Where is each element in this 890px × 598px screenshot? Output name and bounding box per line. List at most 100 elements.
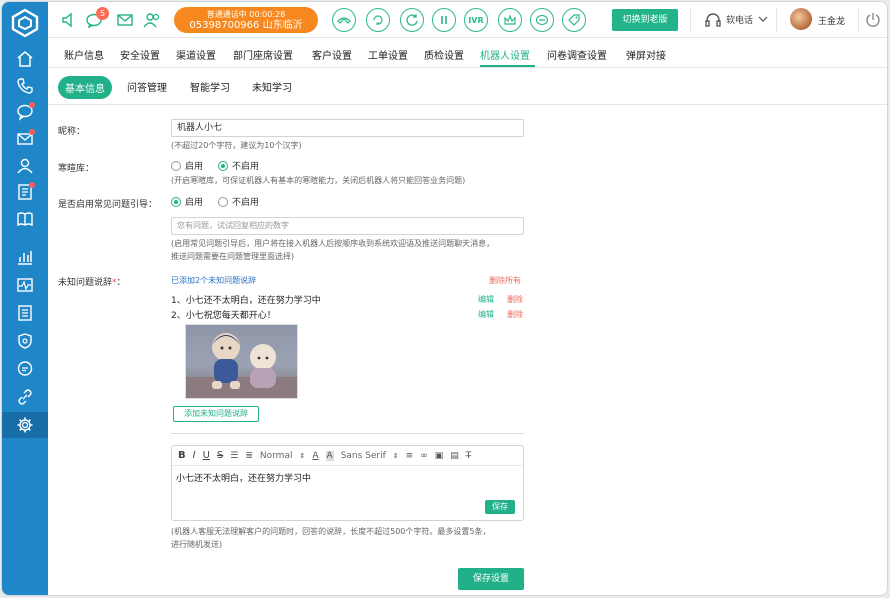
softphone-label[interactable]: 软电话 [726,13,753,26]
notes-icon[interactable] [2,300,48,326]
tag-button[interactable] [562,8,586,32]
bullet-list-icon[interactable]: ≣ [245,451,253,461]
radio-circle [218,196,228,207]
monitor-icon[interactable] [2,272,48,298]
reply-image-dolls[interactable] [185,324,298,399]
app-logo-icon [11,8,39,38]
underline-icon[interactable]: U [203,450,210,461]
mail-icon[interactable] [116,11,134,29]
strikethrough-icon[interactable]: S [217,450,223,461]
editor-hint-2: 进行随机发送) [171,540,223,549]
reply-item-2: 2、小七祝您每天都开心！ [171,311,276,321]
delete-reply-2-link[interactable]: 删除 [507,309,523,320]
divider [776,8,777,32]
radio-label: 不启用 [232,162,260,172]
link-icon[interactable] [2,384,48,410]
faq-guide-disable-radio[interactable]: 不启用 [218,195,259,208]
editor-hint-1: (机器人客服无法理解客户的问题时，回答的说辞，长度不超过500个字符。最多设置5… [171,527,491,536]
radio-circle-selected [171,196,181,207]
phone-icon[interactable] [2,73,48,99]
chat-bubble-button[interactable] [530,8,554,32]
chat-icon[interactable] [2,99,48,125]
shield-icon[interactable] [2,328,48,354]
tab-survey-settings[interactable]: 问卷调查设置 [547,47,607,62]
editor-toolbar: B I U S ☰ ≣ Normal ⇕ A A Sans Serif ⇕ ≡ … [172,446,523,466]
chitchat-disable-radio[interactable]: 不启用 [218,159,259,172]
format-select[interactable]: Normal [260,451,293,461]
nickname-hint: (不超过20个字符，建议为10个汉字) [171,141,302,150]
link-icon[interactable]: ∞ [420,451,428,461]
faq-guide-hint-2: 推送问题需要在问题管理里面选择) [171,252,295,261]
radio-circle-selected [218,160,228,171]
radio-label: 不启用 [232,198,260,208]
edit-reply-1-link[interactable]: 编辑 [478,294,494,305]
subtab-unknown-learning[interactable]: 未知学习 [252,79,292,94]
tab-popup-integration[interactable]: 弹屏对接 [626,47,666,62]
font-select[interactable]: Sans Serif [341,451,386,461]
headset-icon[interactable] [704,12,722,30]
ivr-button[interactable]: IVR [464,8,488,32]
chitchat-hint: (开启寒暄库，可保证机器人有基本的寒暄能力，关闭后机器人将只能回答业务问题) [171,176,466,185]
italic-icon[interactable]: I [193,450,196,461]
image-icon[interactable]: ▣ [435,451,444,461]
edit-reply-2-link[interactable]: 编辑 [478,309,494,320]
chevron-down-icon[interactable] [758,14,768,24]
format-select-arrow-icon[interactable]: ⇕ [299,452,305,460]
refresh-button[interactable] [400,8,424,32]
call-number-text: 05398700966 山东临沂 [189,20,303,31]
hangup-button[interactable] [332,8,356,32]
font-color-icon[interactable]: A [312,451,318,461]
users-icon[interactable] [143,11,161,29]
knowledge-book-icon[interactable] [2,206,48,232]
tab-security-settings[interactable]: 安全设置 [120,47,160,62]
video-icon[interactable]: ▤ [450,451,459,461]
faq-guide-input[interactable]: 您有问题，试试回复相应的数字 [171,217,524,235]
message-bubble-icon[interactable] [2,356,48,382]
tab-customer-settings[interactable]: 客户设置 [312,47,352,62]
ticket-icon[interactable] [2,179,48,205]
tab-ticket-settings[interactable]: 工单设置 [368,47,408,62]
tab-account-info[interactable]: 账户信息 [64,47,104,62]
subtab-qa-management[interactable]: 问答管理 [127,79,167,94]
delete-reply-1-link[interactable]: 删除 [507,294,523,305]
divider [171,433,524,434]
avatar[interactable] [790,8,812,30]
call-status-box[interactable]: 普通通话中 00:00:28 05398700966 山东临沂 [174,7,318,33]
background-color-icon[interactable]: A [325,450,334,461]
save-settings-button[interactable]: 保存设置 [458,568,524,590]
faq-guide-hint-1: (启用常见问题引导后，用户将在接入机器人后按顺序收到系统欢迎语及推送问题聊天消息… [171,239,495,248]
bold-icon[interactable]: B [178,450,186,461]
tab-channel-settings[interactable]: 渠道设置 [176,47,216,62]
report-chart-icon[interactable] [2,244,48,270]
editor-save-button[interactable]: 保存 [485,500,515,514]
faq-guide-enable-radio[interactable]: 启用 [171,195,203,208]
pause-button[interactable] [432,8,456,32]
subtab-smart-learning[interactable]: 智能学习 [190,79,230,94]
tab-robot-settings[interactable]: 机器人设置 [480,47,530,62]
font-select-arrow-icon[interactable]: ⇕ [393,452,399,460]
user-name[interactable]: 王金龙 [818,14,845,27]
editor-content[interactable]: 小七还不太明白，还在努力学习中 [172,466,523,489]
nickname-input[interactable]: 机器人小七 [171,119,524,137]
power-icon[interactable] [864,11,882,29]
tab-department-seat-settings[interactable]: 部门座席设置 [233,47,293,62]
radio-circle [171,160,181,171]
ordered-list-icon[interactable]: ☰ [230,451,238,461]
delete-all-link[interactable]: 删除所有 [489,275,521,286]
add-unknown-reply-button[interactable]: 添加未知问题说辞 [173,406,259,422]
nickname-label: 昵称： [58,127,86,137]
transfer-button[interactable] [366,8,390,32]
home-icon[interactable] [2,46,48,72]
tab-quality-settings[interactable]: 质检设置 [424,47,464,62]
switch-old-version-button[interactable]: 切换到老版 [612,9,678,31]
crown-button[interactable] [498,8,522,32]
speaker-icon[interactable] [60,11,78,29]
divider [690,8,691,32]
mail-icon[interactable] [2,126,48,152]
settings-gear-icon[interactable] [2,412,48,438]
clear-format-icon[interactable]: T̶ [466,451,472,461]
subtab-basic-info[interactable]: 基本信息 [58,76,112,99]
align-icon[interactable]: ≡ [406,451,414,461]
chitchat-enable-radio[interactable]: 启用 [171,159,203,172]
contacts-icon[interactable] [2,153,48,179]
